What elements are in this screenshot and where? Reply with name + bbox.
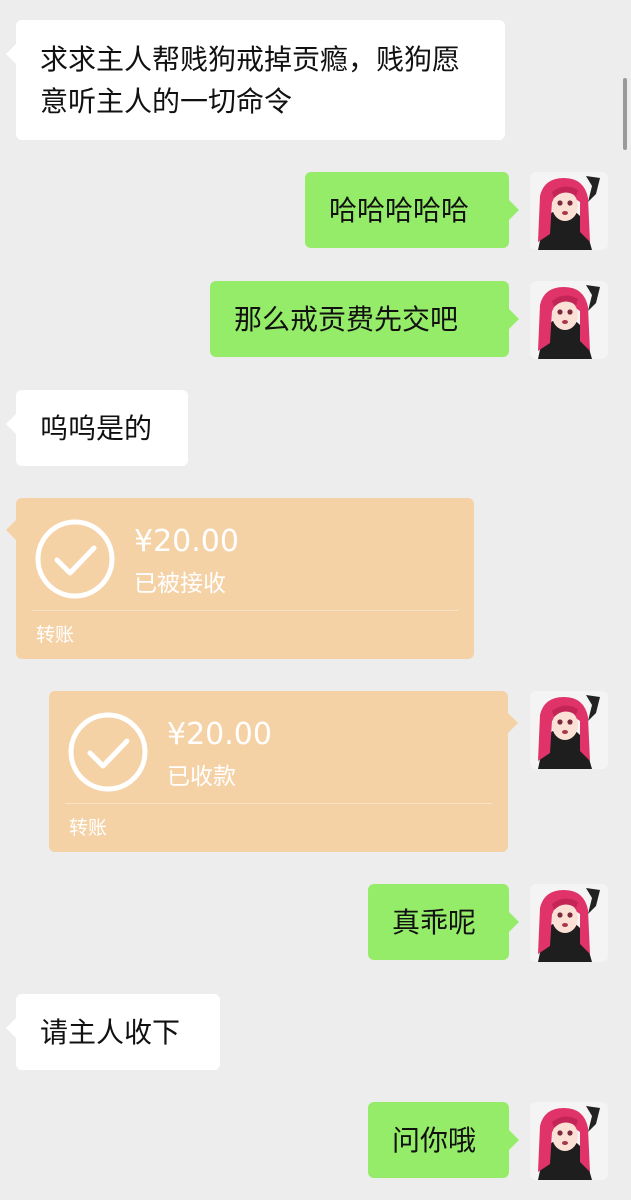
avatar[interactable] <box>530 172 608 250</box>
divider <box>65 803 492 804</box>
transfer-status: 已收款 <box>167 764 236 790</box>
message-bubble-outgoing[interactable]: 那么戒贡费先交吧 <box>210 281 519 357</box>
anime-character-avatar-icon <box>530 1102 608 1180</box>
message-text: 哈哈哈哈哈 <box>329 194 470 227</box>
message-text: 那么戒贡费先交吧 <box>234 303 459 336</box>
avatar[interactable] <box>530 1102 608 1180</box>
message-text: 呜呜是的 <box>40 412 153 445</box>
check-circle-icon <box>68 712 148 792</box>
anime-character-avatar-icon <box>530 884 608 962</box>
anime-character-avatar-icon <box>530 172 608 250</box>
message-bubble-outgoing[interactable]: 问你哦 <box>368 1102 519 1178</box>
message-bubble-outgoing[interactable]: 哈哈哈哈哈 <box>305 172 519 248</box>
scrollbar[interactable] <box>623 78 627 150</box>
message-text: 真乖呢 <box>392 906 477 939</box>
transfer-status: 已被接收 <box>134 571 226 597</box>
transfer-card-outgoing[interactable]: ¥20.00 已收款 转账 <box>49 691 518 852</box>
transfer-label: 转账 <box>36 624 75 646</box>
anime-character-avatar-icon <box>530 691 608 769</box>
message-bubble-incoming[interactable]: 呜呜是的 <box>6 390 188 466</box>
message-bubble-incoming[interactable]: 请主人收下 <box>6 994 220 1070</box>
avatar[interactable] <box>530 691 608 769</box>
transfer-label: 转账 <box>69 817 108 839</box>
transfer-amount: ¥20.00 <box>167 717 272 752</box>
avatar[interactable] <box>530 281 608 359</box>
divider <box>32 610 458 611</box>
message-bubble-outgoing[interactable]: 真乖呢 <box>368 884 519 960</box>
transfer-amount: ¥20.00 <box>134 524 239 559</box>
check-circle-icon <box>35 519 115 599</box>
message-text: 求求主人帮贱狗戒掉贡瘾，贱狗愿意听主人的一切命令 <box>40 43 461 118</box>
message-text: 请主人收下 <box>40 1016 181 1049</box>
transfer-card-incoming[interactable]: ¥20.00 已被接收 转账 <box>6 498 474 659</box>
anime-character-avatar-icon <box>530 281 608 359</box>
message-bubble-incoming[interactable]: 求求主人帮贱狗戒掉贡瘾，贱狗愿意听主人的一切命令 <box>6 20 505 140</box>
avatar[interactable] <box>530 884 608 962</box>
message-text: 问你哦 <box>392 1124 477 1157</box>
